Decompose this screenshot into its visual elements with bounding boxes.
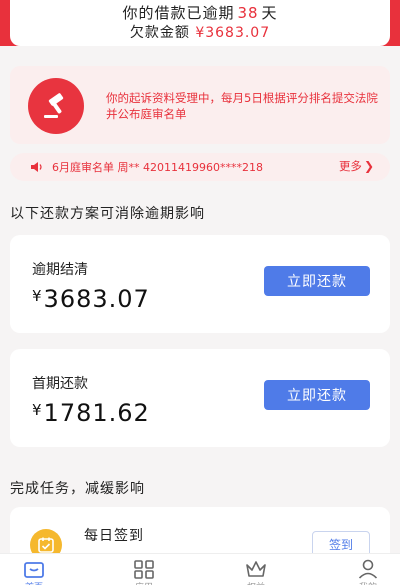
gavel-icon — [28, 78, 84, 134]
user-icon — [358, 559, 378, 579]
plan-amount: ¥3683.07 — [32, 285, 150, 313]
overdue-days: 38 — [237, 4, 259, 22]
debt-label: 欠款金额 — [129, 25, 190, 41]
plan-card-full-settlement: 逾期结清 ¥3683.07 立即还款 — [10, 235, 390, 333]
plan-amount-value: 1781.62 — [43, 399, 150, 427]
nav-label: 权益 — [226, 580, 286, 585]
repay-now-button[interactable]: 立即还款 — [264, 380, 370, 410]
nav-item-benefits[interactable]: 权益 — [226, 554, 286, 585]
plan-amount-value: 3683.07 — [43, 285, 150, 313]
task-title: 每日签到 — [84, 528, 144, 544]
overdue-suffix: 天 — [261, 4, 278, 22]
chevron-right-icon: ❯ — [363, 159, 374, 173]
overdue-prefix: 你的借款已逾期 — [122, 4, 235, 22]
hearing-list-ticker[interactable]: 6月庭审名单 周** 42011419960****218 更多 ❯ — [10, 153, 390, 181]
nav-item-home[interactable]: 首页 — [4, 554, 64, 585]
debt-amount: ¥3683.07 — [195, 25, 271, 41]
home-icon — [24, 562, 44, 578]
crown-icon — [246, 561, 266, 577]
plan-card-first-installment: 首期还款 ¥1781.62 立即还款 — [10, 349, 390, 447]
nav-label: 应用 — [114, 580, 174, 585]
nav-label: 我的 — [338, 580, 398, 585]
grid-icon — [134, 560, 154, 579]
ticker-text: 6月庭审名单 周** 42011419960****218 — [52, 161, 263, 174]
currency-symbol: ¥ — [32, 287, 43, 305]
bottom-navigation: 首页 应用 权益 我的 — [0, 553, 400, 585]
more-label: 更多 — [338, 159, 362, 173]
plan-amount: ¥1781.62 — [32, 399, 150, 427]
nav-item-profile[interactable]: 我的 — [338, 554, 398, 585]
plan-label: 首期还款 — [32, 376, 88, 392]
speaker-icon — [31, 162, 42, 172]
plans-section-title: 以下还款方案可消除逾期影响 — [10, 206, 205, 222]
tasks-section-title: 完成任务，减缓影响 — [10, 481, 145, 497]
overdue-summary-card: 你的借款已逾期 38 天 欠款金额 ¥3683.07 — [10, 0, 390, 46]
overdue-status: 你的借款已逾期 38 天 — [10, 2, 390, 23]
lawsuit-notice-card[interactable]: 你的起诉资料受理中，每月5日根据评分排名提交法院并公布庭审名单 — [10, 66, 390, 144]
nav-label: 首页 — [4, 580, 64, 585]
debt-summary: 欠款金额 ¥3683.07 — [10, 22, 390, 42]
plan-label: 逾期结清 — [32, 262, 88, 278]
currency-symbol: ¥ — [32, 401, 43, 419]
repay-now-button[interactable]: 立即还款 — [264, 266, 370, 296]
notice-text: 你的起诉资料受理中，每月5日根据评分排名提交法院并公布庭审名单 — [106, 91, 378, 121]
more-link[interactable]: 更多 ❯ — [339, 158, 374, 174]
nav-item-apps[interactable]: 应用 — [114, 554, 174, 585]
